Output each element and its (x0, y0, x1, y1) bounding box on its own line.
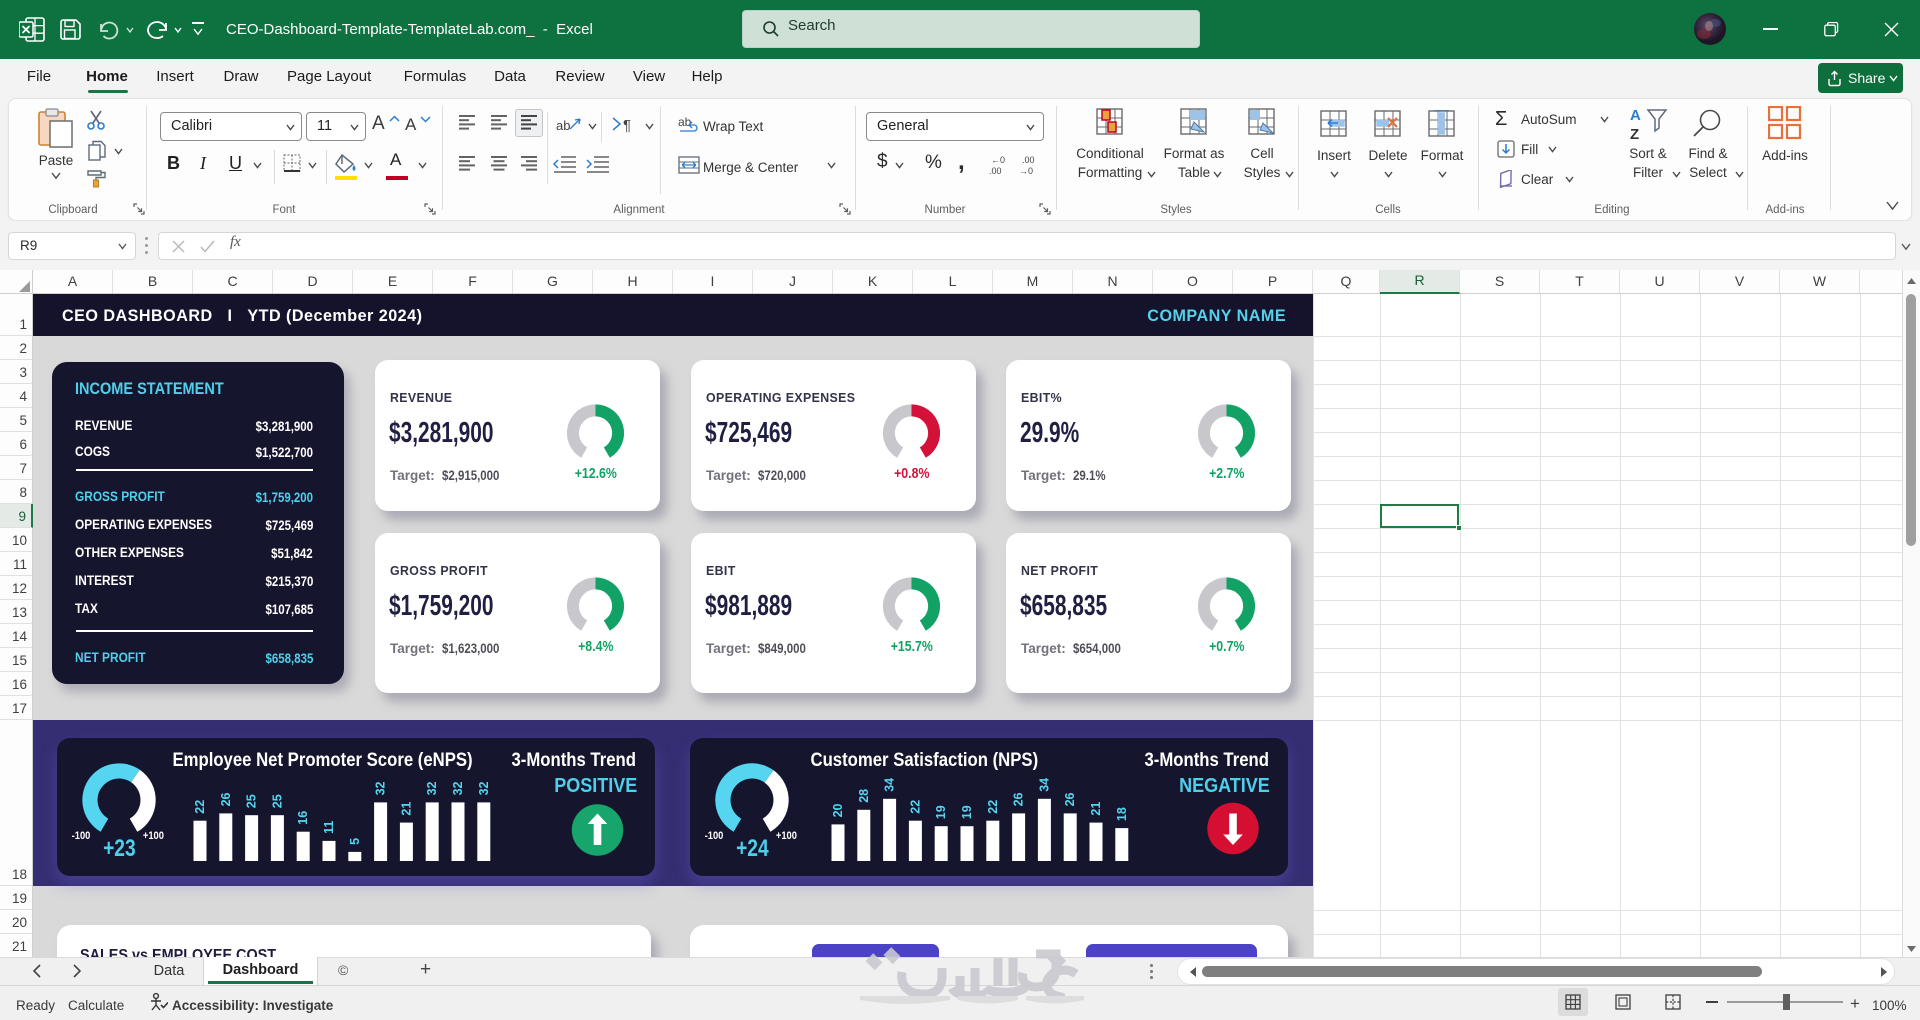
svg-text:ab: ab (678, 115, 692, 129)
svg-text:←0: ←0 (991, 155, 1005, 165)
svg-text:¶: ¶ (623, 117, 631, 134)
svg-text:.00: .00 (989, 166, 1002, 176)
svg-text:A: A (1630, 107, 1641, 124)
svg-text:Z: Z (1630, 126, 1639, 143)
svg-text:→0: →0 (1019, 166, 1033, 176)
svg-text:ab: ab (556, 118, 570, 133)
svg-text:.00: .00 (1022, 155, 1035, 165)
